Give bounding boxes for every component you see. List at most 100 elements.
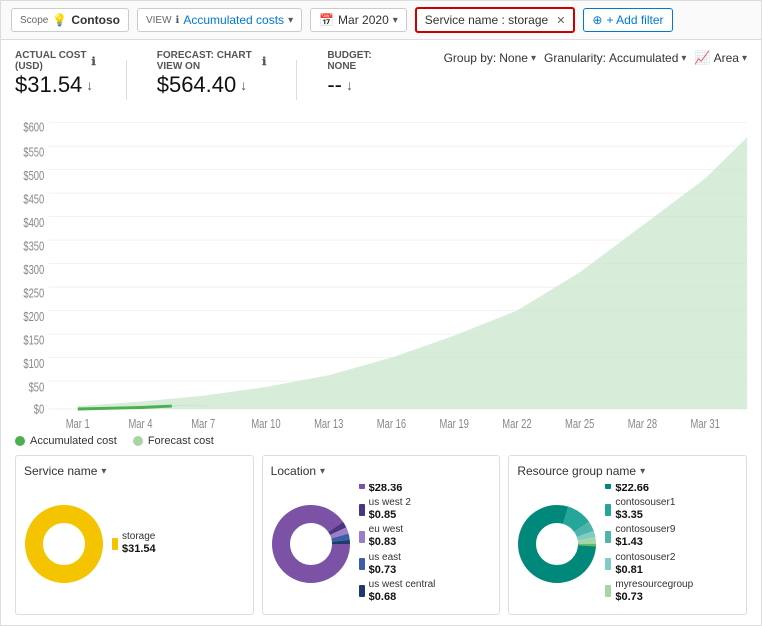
list-item: contosouser1 $3.35 xyxy=(605,497,693,522)
date-value: Mar 2020 xyxy=(338,13,389,27)
svg-text:Mar 28: Mar 28 xyxy=(628,418,657,431)
scope-icon: 💡 xyxy=(52,13,67,27)
add-filter-label: + Add filter xyxy=(606,13,663,27)
svg-text:$100: $100 xyxy=(23,358,44,372)
svg-text:$50: $50 xyxy=(29,381,45,395)
actual-cost-block: ACTUAL COST (USD) ℹ $31.54 ↓ xyxy=(15,50,96,98)
toolbar: Scope 💡 Contoso VIEW ℹ Accumulated costs… xyxy=(1,1,761,40)
actual-cost-value: $31.54 ↓ xyxy=(15,72,96,98)
location-panel: Location ▾ xyxy=(262,455,501,615)
controls-row: Group by: None ▾ Granularity: Accumulate… xyxy=(444,50,747,66)
svg-text:Mar 19: Mar 19 xyxy=(440,418,469,431)
loc-color-2 xyxy=(359,504,365,516)
svg-text:Mar 1: Mar 1 xyxy=(66,418,90,431)
location-donut xyxy=(271,504,351,587)
main-container: Scope 💡 Contoso VIEW ℹ Accumulated costs… xyxy=(0,0,762,626)
service-filter[interactable]: Service name : storage ✕ xyxy=(415,7,576,33)
group-by-label: Group by: xyxy=(444,51,497,65)
svg-text:$550: $550 xyxy=(23,146,44,160)
granularity-chevron: ▾ xyxy=(681,53,686,64)
service-legend-list: storage $31.54 xyxy=(112,531,156,558)
list-item: us west central $0.68 xyxy=(359,579,436,604)
scope-selector[interactable]: Scope 💡 Contoso xyxy=(11,8,129,32)
group-by-dropdown[interactable]: Group by: None ▾ xyxy=(444,51,536,65)
legend-accumulated: Accumulated cost xyxy=(15,435,117,447)
chart-area: $600 $550 $500 $450 $400 $350 $300 $250 … xyxy=(15,108,747,431)
chart-legend: Accumulated cost Forecast cost xyxy=(15,435,747,447)
service-name-header[interactable]: Service name ▾ xyxy=(24,464,245,478)
granularity-dropdown[interactable]: Granularity: Accumulated ▾ xyxy=(544,51,686,65)
scope-value: Contoso xyxy=(71,13,120,27)
budget-down-arrow: ↓ xyxy=(346,77,353,93)
add-filter-icon: ⊕ xyxy=(592,13,602,27)
loc-color-4 xyxy=(359,558,365,570)
list-item: us west 2 $0.85 xyxy=(359,497,436,522)
rg-color-5 xyxy=(605,585,611,597)
svg-text:Mar 13: Mar 13 xyxy=(314,418,343,431)
forecast-label: FORECAST: CHART VIEW ON ℹ xyxy=(157,50,267,72)
view-selector[interactable]: VIEW ℹ Accumulated costs ▾ xyxy=(137,8,302,32)
add-filter-button[interactable]: ⊕ + Add filter xyxy=(583,8,672,32)
forecast-down-arrow: ↓ xyxy=(240,77,247,93)
rg-color-4 xyxy=(605,558,611,570)
resource-legend-list: contosouser8 $22.66 contosouser1 $3.35 xyxy=(605,484,693,606)
metric-separator-2 xyxy=(296,60,297,100)
svg-text:Mar 4: Mar 4 xyxy=(128,418,153,431)
svg-text:Mar 7: Mar 7 xyxy=(191,418,215,431)
list-item: storage $31.54 xyxy=(112,531,156,556)
service-name-title: Service name xyxy=(24,464,97,478)
chart-type-dropdown[interactable]: 📈 Area ▾ xyxy=(694,50,747,66)
metric-separator-1 xyxy=(126,60,127,100)
forecast-block: FORECAST: CHART VIEW ON ℹ $564.40 ↓ xyxy=(157,50,267,98)
svg-text:$400: $400 xyxy=(23,217,44,231)
bottom-panels: Service name ▾ storage xyxy=(15,455,747,615)
view-chevron: ▾ xyxy=(288,15,293,26)
loc-color-1 xyxy=(359,484,365,489)
svg-text:$600: $600 xyxy=(23,121,44,135)
view-label: VIEW xyxy=(146,15,172,26)
forecast-value: $564.40 ↓ xyxy=(157,72,267,98)
location-header[interactable]: Location ▾ xyxy=(271,464,492,478)
resource-group-header[interactable]: Resource group name ▾ xyxy=(517,464,738,478)
list-item: us east 2 $28.36 xyxy=(359,484,436,495)
resource-group-body: contosouser8 $22.66 contosouser1 $3.35 xyxy=(517,484,738,606)
budget-label: BUDGET: NONE xyxy=(327,50,383,72)
svg-text:Mar 10: Mar 10 xyxy=(251,418,280,431)
loc-color-3 xyxy=(359,531,365,543)
actual-info-icon: ℹ xyxy=(92,55,96,68)
filter-label: Service name : storage xyxy=(425,13,548,27)
svg-text:Mar 16: Mar 16 xyxy=(377,418,406,431)
area-chart-icon: 📈 xyxy=(694,50,710,66)
svg-text:$250: $250 xyxy=(23,287,44,301)
service-name-chevron: ▾ xyxy=(101,466,106,477)
svg-text:Mar 22: Mar 22 xyxy=(502,418,531,431)
chart-type-chevron: ▾ xyxy=(742,53,747,64)
date-chevron: ▾ xyxy=(393,15,398,26)
metrics-row: ACTUAL COST (USD) ℹ $31.54 ↓ FORECAST: C… xyxy=(15,50,747,100)
resource-group-chevron: ▾ xyxy=(640,466,645,477)
location-body: us east 2 $28.36 us west 2 $0.85 xyxy=(271,484,492,606)
granularity-label: Granularity: xyxy=(544,51,606,65)
location-legend-list: us east 2 $28.36 us west 2 $0.85 xyxy=(359,484,436,606)
list-item: contosouser9 $1.43 xyxy=(605,524,693,549)
actual-cost-label: ACTUAL COST (USD) ℹ xyxy=(15,50,96,72)
location-chevron: ▾ xyxy=(320,466,325,477)
scope-label: Scope xyxy=(20,15,48,26)
forecast-legend-label: Forecast cost xyxy=(148,435,214,447)
svg-text:$450: $450 xyxy=(23,193,44,207)
forecast-legend-dot xyxy=(133,436,143,446)
svg-text:Mar 25: Mar 25 xyxy=(565,418,594,431)
date-selector[interactable]: 📅 Mar 2020 ▾ xyxy=(310,8,407,32)
rg-color-3 xyxy=(605,531,611,543)
forecast-area xyxy=(78,137,747,409)
list-item: eu west $0.83 xyxy=(359,524,436,549)
chart-type-value: Area xyxy=(714,51,739,65)
resource-group-panel: Resource group name ▾ xyxy=(508,455,747,615)
actual-down-arrow: ↓ xyxy=(86,77,93,93)
svg-text:Mar 31: Mar 31 xyxy=(691,418,720,431)
svg-text:$200: $200 xyxy=(23,311,44,325)
list-item: us east $0.73 xyxy=(359,552,436,577)
service-color-bar xyxy=(112,538,118,550)
filter-close-icon[interactable]: ✕ xyxy=(556,14,565,27)
resource-group-title: Resource group name xyxy=(517,464,636,478)
